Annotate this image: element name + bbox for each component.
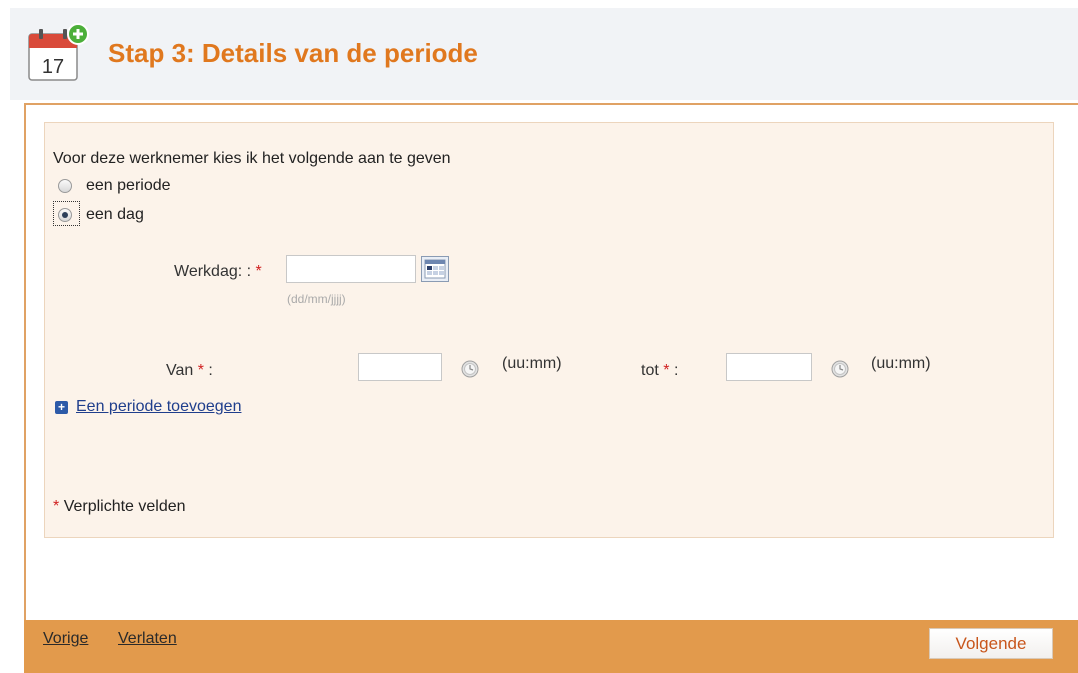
required-mark: *	[197, 362, 204, 379]
from-label: Van * :	[166, 362, 213, 380]
calendar-picker-icon[interactable]	[421, 256, 449, 282]
previous-link[interactable]: Vorige	[43, 630, 88, 648]
date-format-hint: (dd/mm/jjjj)	[287, 292, 346, 306]
radio-period[interactable]	[58, 179, 72, 193]
option-period-label: een periode	[86, 177, 171, 194]
clock-icon[interactable]	[831, 360, 849, 378]
page-title: Stap 3: Details van de periode	[108, 38, 478, 68]
required-mark: *	[255, 263, 262, 280]
leave-link[interactable]: Verlaten	[118, 630, 177, 648]
required-mark: *	[663, 362, 670, 379]
plus-icon: +	[55, 400, 68, 414]
workday-label: Werkdag: : *	[174, 263, 262, 281]
workday-input[interactable]	[286, 255, 416, 283]
add-period-link-label[interactable]: Een periode toevoegen	[76, 398, 241, 416]
option-period[interactable]: een periode	[58, 177, 171, 195]
option-day[interactable]: een dag	[58, 206, 144, 224]
to-colon: :	[673, 362, 679, 379]
form-panel	[44, 122, 1054, 538]
intro-text: Voor deze werknemer kies ik het volgende…	[53, 150, 451, 167]
from-label-text: Van	[166, 362, 194, 379]
radio-day[interactable]	[58, 208, 72, 222]
from-time-input[interactable]	[358, 353, 442, 381]
to-label: tot * :	[641, 362, 678, 380]
workday-label-text: Werkdag: :	[174, 263, 252, 280]
to-label-text: tot	[641, 362, 659, 379]
from-unit: (uu:mm)	[502, 355, 562, 372]
clock-icon[interactable]	[461, 360, 479, 378]
required-note-text: Verplichte velden	[63, 498, 186, 515]
from-colon: :	[208, 362, 213, 379]
required-mark: *	[53, 498, 60, 515]
option-day-label: een dag	[86, 206, 144, 223]
required-fields-note: * Verplichte velden	[53, 498, 186, 516]
calendar-add-icon: 17	[28, 23, 89, 81]
next-button[interactable]: Volgende	[929, 628, 1053, 659]
to-time-input[interactable]	[726, 353, 812, 381]
footer-bar	[24, 620, 1078, 673]
to-unit: (uu:mm)	[871, 355, 931, 372]
add-period-link[interactable]: + Een periode toevoegen	[55, 398, 241, 416]
calendar-day-number: 17	[42, 56, 64, 78]
